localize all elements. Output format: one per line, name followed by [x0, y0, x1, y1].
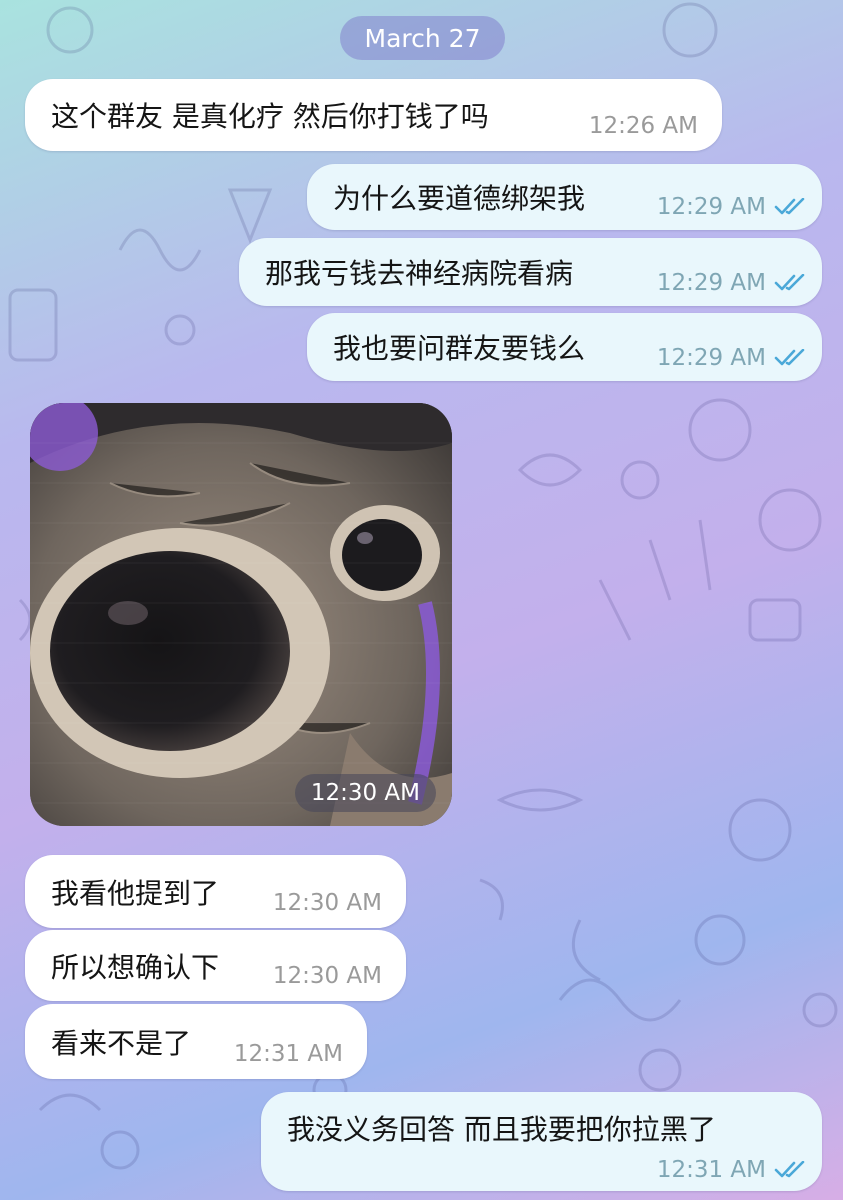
double-check-icon — [774, 274, 805, 291]
message-time: 12:31 AM — [233, 1041, 343, 1067]
message-time: 12:30 AM — [272, 890, 382, 916]
date-separator: March 27 — [340, 16, 505, 60]
message-time: 12:29 AM — [656, 194, 766, 220]
double-check-icon — [774, 349, 805, 366]
message-bubble-outgoing[interactable]: 我没义务回答 而且我要把你拉黑了 12:31 AM — [261, 1092, 822, 1191]
message-time: 12:29 AM — [656, 270, 766, 296]
message-time: 12:29 AM — [656, 345, 766, 371]
message-time: 12:30 AM — [272, 963, 382, 989]
cat-eye-closeup-sticker — [30, 403, 452, 826]
message-text: 所以想确认下 — [51, 950, 220, 984]
message-bubble-incoming[interactable]: 所以想确认下 12:30 AM — [25, 930, 406, 1001]
message-bubble-outgoing[interactable]: 我也要问群友要钱么 12:29 AM — [307, 313, 822, 381]
message-time: 12:26 AM — [588, 113, 698, 139]
image-message[interactable]: 12:30 AM — [30, 403, 452, 826]
message-bubble-outgoing[interactable]: 为什么要道德绑架我 12:29 AM — [307, 164, 822, 230]
message-time: 12:30 AM — [294, 774, 436, 812]
message-bubble-outgoing[interactable]: 那我亏钱去神经病院看病 12:29 AM — [239, 238, 822, 306]
message-bubble-incoming[interactable]: 我看他提到了 12:30 AM — [25, 855, 406, 928]
message-text: 那我亏钱去神经病院看病 — [265, 257, 574, 290]
message-text: 看来不是了 — [51, 1026, 192, 1060]
message-text: 这个群友 是真化疗 然后你打钱了吗 — [51, 100, 489, 133]
double-check-icon — [774, 198, 805, 215]
double-check-icon — [774, 1161, 805, 1178]
message-text: 我也要问群友要钱么 — [333, 332, 586, 365]
message-text: 我没义务回答 而且我要把你拉黑了 — [287, 1113, 716, 1146]
message-text: 为什么要道德绑架我 — [333, 182, 586, 215]
message-time: 12:31 AM — [656, 1157, 766, 1183]
message-bubble-incoming[interactable]: 这个群友 是真化疗 然后你打钱了吗 12:26 AM — [25, 79, 722, 151]
message-text: 我看他提到了 — [51, 876, 220, 910]
message-bubble-incoming[interactable]: 看来不是了 12:31 AM — [25, 1004, 367, 1079]
